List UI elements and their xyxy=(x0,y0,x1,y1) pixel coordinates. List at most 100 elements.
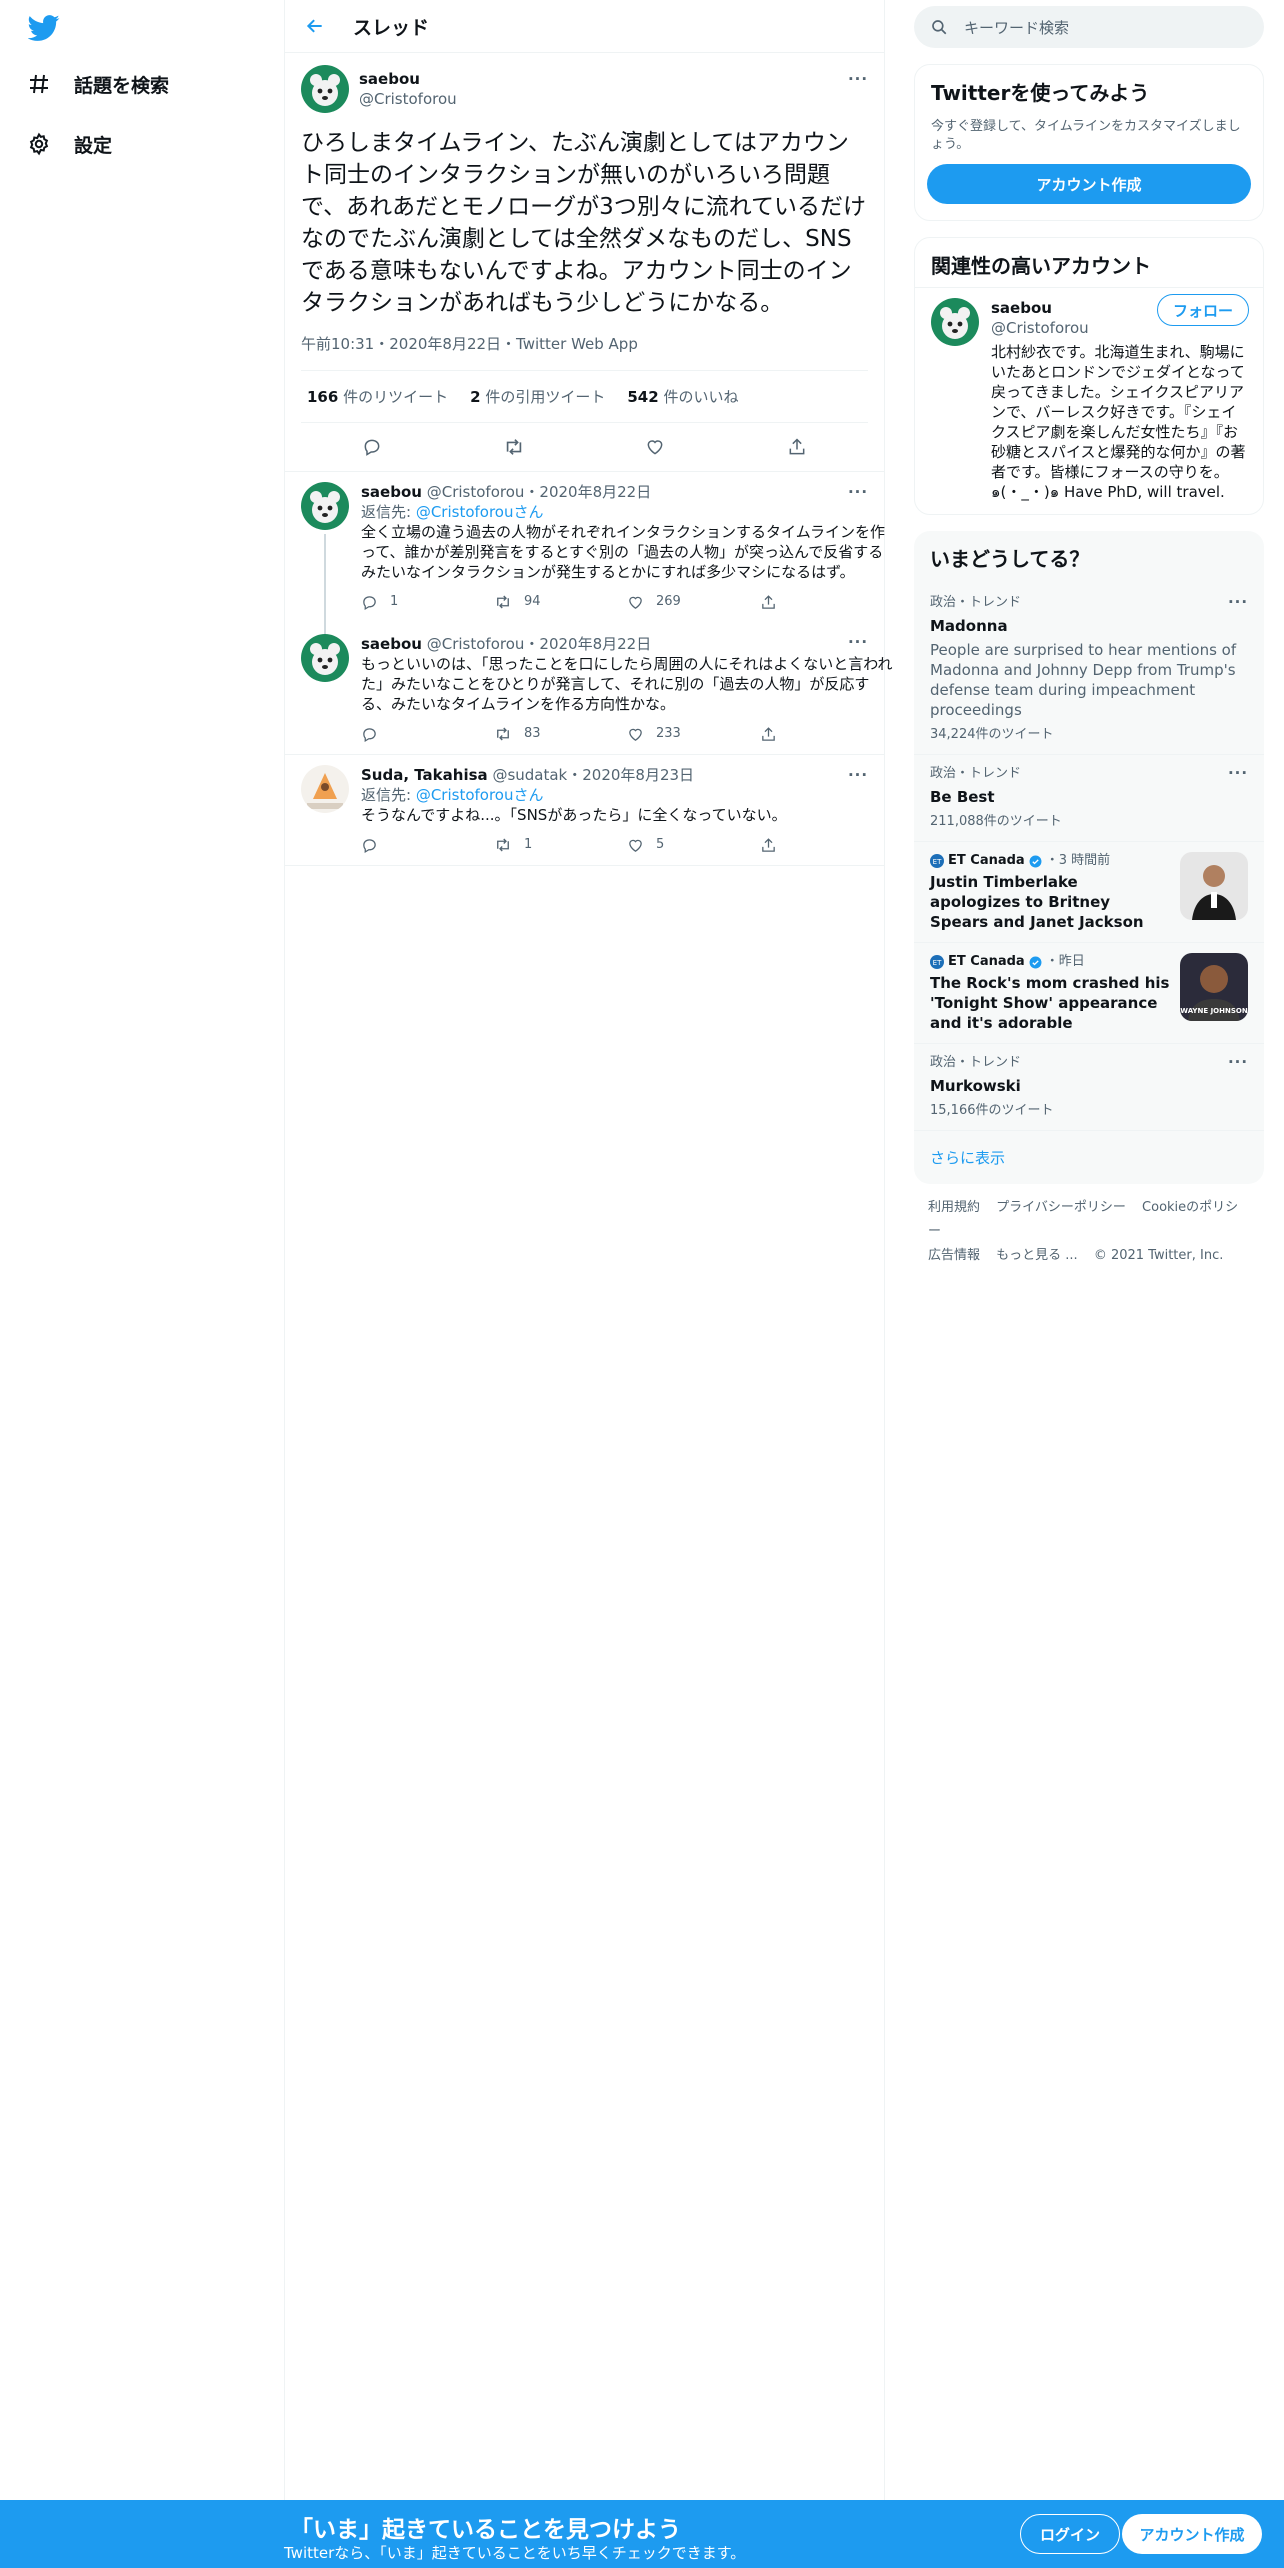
share-icon xyxy=(762,726,775,741)
news-source: ET ET Canada ・3 時間前 xyxy=(930,852,1170,870)
login-button[interactable]: ログイン xyxy=(1020,2514,1120,2554)
like-button[interactable]: 269 xyxy=(627,592,760,612)
username[interactable]: @sudatak xyxy=(492,766,567,784)
hashtag-icon xyxy=(26,71,52,97)
display-name[interactable]: saebou xyxy=(361,635,422,653)
news-item[interactable]: ET ET Canada ・昨日 The Rock's mom crashed … xyxy=(914,943,1264,1044)
reply-tweet[interactable]: saebou @Cristoforou・2020年8月22日 返信先: @Cri… xyxy=(285,472,885,634)
trend-description: People are surprised to hear mentions of… xyxy=(930,641,1237,719)
reply-tweet[interactable]: saebou @Cristoforou・2020年8月22日 もっといいのは、「… xyxy=(285,622,892,755)
like-button[interactable]: 233 xyxy=(627,724,760,744)
retweet-stat[interactable]: 166 件のリツイート xyxy=(307,386,448,407)
svg-text:ET: ET xyxy=(933,959,942,967)
reply-icon xyxy=(363,727,376,742)
tweet-date[interactable]: ・2020年8月22日 xyxy=(524,483,651,501)
more-options-icon[interactable]: ··· xyxy=(848,69,868,89)
signup-button[interactable]: アカウント作成 xyxy=(1122,2514,1262,2554)
reply-button[interactable]: 1 xyxy=(361,592,494,612)
like-icon xyxy=(629,596,642,609)
tweet-text: もっといいのは、「思ったことを口にしたら周囲の人にそれはよくないと言われた」みた… xyxy=(361,655,893,713)
search-input[interactable]: キーワード検索 xyxy=(914,6,1264,48)
trend-item[interactable]: 政治・トレンド Madonna People are surprised to … xyxy=(914,584,1264,755)
back-arrow-icon[interactable] xyxy=(299,10,331,42)
share-button[interactable] xyxy=(760,726,893,743)
retweet-button[interactable]: 83 xyxy=(494,724,627,744)
display-name[interactable]: Suda, Takahisa xyxy=(361,766,488,784)
right-sidebar: キーワード検索 Twitterを使ってみよう 今すぐ登録して、タイムラインをカス… xyxy=(914,0,1264,1280)
quote-stat[interactable]: 2 件の引用ツイート xyxy=(470,386,605,407)
news-thumbnail: WAYNE JOHNSON xyxy=(1180,953,1248,1021)
news-source: ET ET Canada ・昨日 xyxy=(930,953,1170,971)
thread-line xyxy=(324,534,326,634)
like-icon xyxy=(629,728,642,741)
reply-icon[interactable] xyxy=(361,436,383,458)
share-icon[interactable] xyxy=(786,436,808,458)
news-item[interactable]: ET ET Canada ・3 時間前 Justin Timberlake ap… xyxy=(914,842,1264,943)
tweet-date[interactable]: ・2020年8月23日 xyxy=(567,766,694,784)
main-tweet: saebou @Cristoforou ··· ひろしまタイムライン、たぶん演劇… xyxy=(285,53,884,472)
create-account-button[interactable]: アカウント作成 xyxy=(927,164,1251,204)
tweet-timestamp[interactable]: 午前10:31・2020年8月22日・Twitter Web App xyxy=(301,333,868,371)
trend-context: 政治・トレンド xyxy=(930,766,1022,781)
more-options-icon[interactable]: ··· xyxy=(848,765,868,785)
avatar[interactable] xyxy=(301,65,349,113)
reply-button[interactable] xyxy=(361,837,494,854)
mention-link[interactable]: @Cristoforou xyxy=(416,786,514,804)
username[interactable]: @Cristoforou xyxy=(427,483,525,501)
et-canada-logo-icon: ET xyxy=(930,955,944,969)
more-options-icon[interactable]: ··· xyxy=(1228,592,1248,612)
page-header: スレッド xyxy=(285,0,884,53)
reply-button[interactable] xyxy=(361,726,494,743)
bottom-bar-subtitle: Twitterなら、「いま」起きていることをいち早くチェックできます。 xyxy=(284,2544,746,2562)
trend-count: 211,088件のツイート xyxy=(930,814,1062,829)
signup-title: Twitterを使ってみよう xyxy=(931,81,1150,105)
retweet-icon[interactable] xyxy=(503,436,525,458)
footer-privacy[interactable]: プライバシーポリシー xyxy=(996,1200,1126,1215)
more-options-icon[interactable]: ··· xyxy=(848,482,868,502)
reply-tweet[interactable]: Suda, Takahisa @sudatak・2020年8月23日 返信先: … xyxy=(285,755,884,866)
username[interactable]: @Cristoforou xyxy=(427,635,525,653)
verified-badge-icon xyxy=(1029,855,1042,867)
display-name[interactable]: saebou xyxy=(361,483,422,501)
nav-explore[interactable]: 話題を検索 xyxy=(26,62,169,106)
tweet-date[interactable]: ・2020年8月22日 xyxy=(524,635,651,653)
like-button[interactable]: 5 xyxy=(627,835,760,855)
like-stat[interactable]: 542 件のいいね xyxy=(627,386,738,407)
tweet-stats: 166 件のリツイート 2 件の引用ツイート 542 件のいいね xyxy=(301,371,868,423)
username[interactable]: @Cristoforou xyxy=(359,89,457,109)
news-headline: The Rock's mom crashed his 'Tonight Show… xyxy=(930,974,1170,1032)
trend-name: Murkowski xyxy=(930,1077,1021,1095)
display-name[interactable]: saebou xyxy=(359,69,457,89)
follow-button[interactable]: フォロー xyxy=(1157,294,1249,326)
bottom-bar-title: 「いま」起きていることを見つけよう xyxy=(290,2517,681,2543)
footer-ads[interactable]: 広告情報 xyxy=(928,1248,980,1263)
mention-link[interactable]: @Cristoforou xyxy=(416,503,514,521)
footer-terms[interactable]: 利用規約 xyxy=(928,1200,980,1215)
related-account-card[interactable]: saebou @Cristoforou 北村紗衣です。北海道生まれ、駒場にいたあ… xyxy=(915,288,1263,514)
main-column: スレッド saebou @Cristoforou ··· ひろしまタイムライン、… xyxy=(284,0,892,2500)
retweet-icon xyxy=(497,727,509,741)
news-thumbnail xyxy=(1180,852,1248,920)
trend-item[interactable]: 政治・トレンド Murkowski 15,166件のツイート ··· xyxy=(914,1044,1264,1131)
retweet-button[interactable]: 94 xyxy=(494,592,627,612)
trend-item[interactable]: 政治・トレンド Be Best 211,088件のツイート ··· xyxy=(914,755,1264,842)
more-options-icon[interactable]: ··· xyxy=(1228,1052,1248,1072)
avatar[interactable] xyxy=(301,482,349,530)
like-icon[interactable] xyxy=(644,436,666,458)
twitter-logo-icon[interactable] xyxy=(27,12,64,48)
tweet-actions: 83 233 xyxy=(361,724,893,744)
more-options-icon[interactable]: ··· xyxy=(848,632,868,652)
footer-more[interactable]: もっと見る ... xyxy=(996,1248,1078,1263)
nav-settings[interactable]: 設定 xyxy=(26,122,112,166)
avatar[interactable] xyxy=(931,298,979,346)
show-more-link[interactable]: さらに表示 xyxy=(914,1131,1264,1184)
nav-explore-label: 話題を検索 xyxy=(74,74,170,97)
retweet-button[interactable]: 1 xyxy=(494,835,627,855)
share-button[interactable] xyxy=(760,837,893,854)
retweet-icon xyxy=(497,838,509,852)
more-options-icon[interactable]: ··· xyxy=(1228,763,1248,783)
avatar[interactable] xyxy=(301,634,349,682)
svg-text:WAYNE JOHNSON: WAYNE JOHNSON xyxy=(1180,1007,1248,1015)
share-button[interactable] xyxy=(760,594,893,611)
avatar[interactable] xyxy=(301,765,349,813)
